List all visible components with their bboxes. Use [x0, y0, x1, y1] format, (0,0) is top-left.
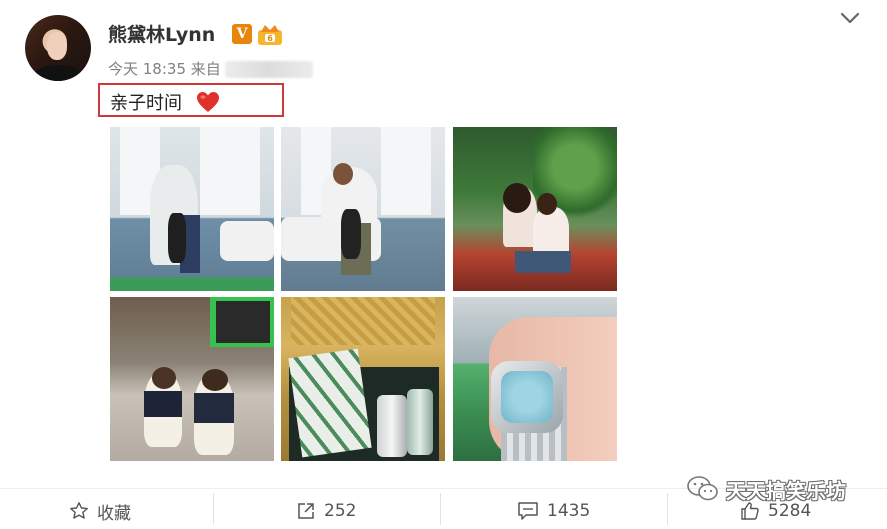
- comment-icon: [518, 502, 538, 520]
- sofa: [220, 221, 274, 261]
- chevron-down-icon[interactable]: [839, 10, 861, 26]
- divider: [213, 493, 214, 525]
- wechat-icon: [687, 476, 718, 501]
- watch-dial: [501, 371, 553, 423]
- divider: [440, 493, 441, 525]
- tin-can: [407, 389, 433, 455]
- photo-family-living-room[interactable]: [110, 127, 274, 291]
- watermark-text: 天天搞笑乐坊: [726, 478, 846, 503]
- repost-count: 252: [324, 501, 357, 521]
- green-rug: [110, 277, 274, 291]
- repost-icon: [298, 503, 314, 519]
- favorite-label: 收藏: [97, 503, 131, 524]
- photo-wristwatch[interactable]: [453, 297, 617, 461]
- crown-badge-icon: 6: [258, 25, 282, 45]
- avatar-face: [47, 32, 67, 60]
- photo-two-girls[interactable]: [110, 297, 274, 461]
- man-head: [333, 163, 353, 185]
- screen-inner: [216, 301, 270, 343]
- watermark: 天天搞笑乐坊: [686, 474, 846, 504]
- silver-tumbler: [377, 395, 407, 457]
- author-name[interactable]: 熊黛林Lynn: [108, 20, 215, 47]
- leaf-pattern-package: [288, 348, 372, 458]
- child-figure: [341, 209, 361, 259]
- avatar-shoulder: [33, 65, 83, 81]
- post-meta: 今天 18:35 来自: [108, 58, 313, 79]
- window: [381, 127, 431, 215]
- window: [200, 127, 260, 215]
- photo-two-women-sofa[interactable]: [453, 127, 617, 291]
- older-woman-head: [537, 193, 557, 215]
- post-time[interactable]: 今天 18:35: [108, 60, 186, 78]
- heart-icon: [197, 92, 219, 112]
- basket-lid: [291, 297, 435, 345]
- post-text: 亲子时间: [110, 93, 182, 114]
- post-source-blurred: [224, 61, 313, 78]
- repost-button[interactable]: 252: [296, 499, 356, 523]
- child-figure: [168, 213, 186, 263]
- avatar[interactable]: [25, 15, 91, 81]
- photo-gift-basket[interactable]: [281, 297, 445, 461]
- svg-text:6: 6: [267, 34, 273, 43]
- comment-button[interactable]: 1435: [517, 499, 590, 523]
- post-source-prefix: 来自: [190, 60, 221, 78]
- thumbs-up-icon: [741, 502, 759, 520]
- girl-one-head: [152, 367, 176, 389]
- girl-one-cardigan: [144, 391, 182, 417]
- star-icon: [70, 502, 88, 519]
- jeans: [515, 251, 571, 273]
- woman-hair: [503, 183, 531, 213]
- girl-two-head: [202, 369, 228, 391]
- girl-two-cardigan: [194, 393, 234, 423]
- comment-count: 1435: [547, 501, 591, 521]
- like-count: 5284: [768, 501, 812, 521]
- divider: [667, 493, 668, 525]
- verified-badge: V: [232, 24, 252, 44]
- favorite-button[interactable]: 收藏: [69, 499, 131, 524]
- photo-father-child-living-room[interactable]: [281, 127, 445, 291]
